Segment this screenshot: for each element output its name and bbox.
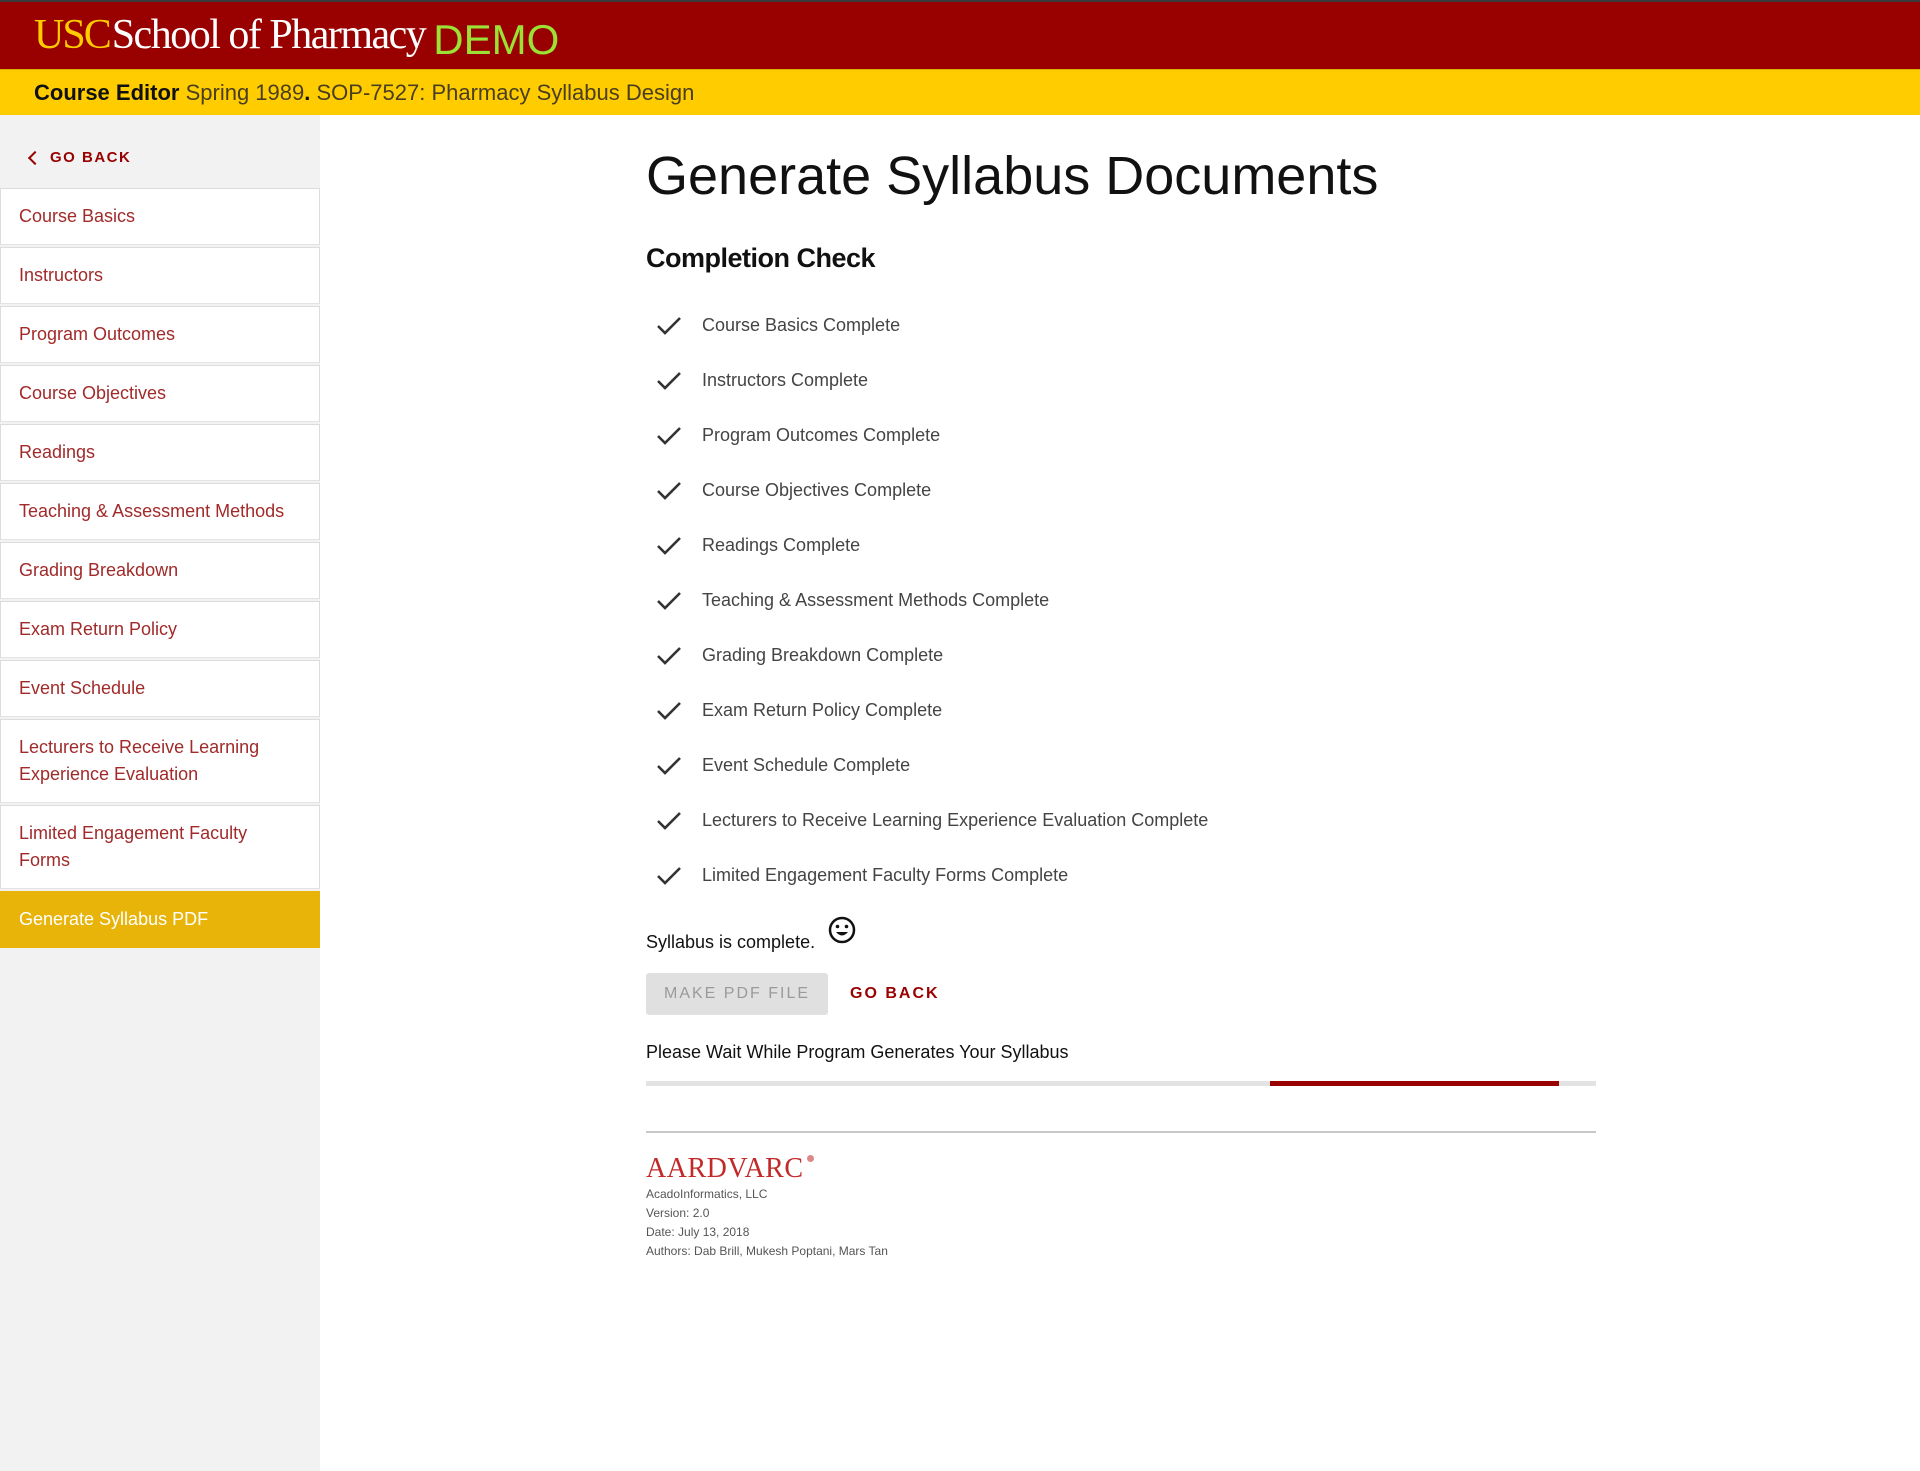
footer-date: Date: July 13, 2018 (646, 1225, 750, 1239)
checklist-item-label: Program Outcomes Complete (702, 425, 941, 445)
course-separator: . (304, 80, 311, 105)
checklist-item-label: Lecturers to Receive Learning Experience… (702, 810, 1209, 830)
wait-message: Please Wait While Program Generates Your… (646, 1042, 1069, 1062)
status-row: Syllabus is complete. (646, 915, 857, 952)
course-term: Spring 1989 (185, 80, 305, 105)
checklist-item-label: Course Objectives Complete (702, 480, 932, 500)
course-code: SOP-7527: Pharmacy Syllabus Design (316, 80, 695, 105)
checklist-item-label: Readings Complete (702, 535, 861, 555)
course-editor-label: Course Editor (34, 80, 180, 105)
check-icon (657, 371, 681, 390)
checklist-item: Teaching & Assessment Methods Complete (656, 573, 1208, 628)
site-header: USC School of Pharmacy DEMO (0, 2, 1920, 69)
checklist-item-label: Exam Return Policy Complete (702, 700, 943, 720)
check-icon (657, 426, 681, 445)
footer-version: Version: 2.0 (646, 1206, 710, 1220)
checklist-item: Lecturers to Receive Learning Experience… (656, 793, 1208, 848)
course-editor-bar: Course Editor Spring 1989. SOP-7527: Pha… (0, 69, 1920, 115)
checklist-item: Exam Return Policy Complete (656, 683, 1208, 738)
checklist-item: Event Schedule Complete (656, 738, 1208, 793)
action-buttons: MAKE PDF FILE GO BACK (646, 973, 940, 1015)
check-icon (657, 316, 681, 335)
check-icon (657, 481, 681, 500)
progress-track (646, 1081, 1596, 1086)
sidebar-item-teaching-assessment[interactable]: Teaching & Assessment Methods (0, 483, 320, 540)
checklist-item-label: Limited Engagement Faculty Forms Complet… (702, 865, 1069, 885)
chevron-left-icon (27, 150, 43, 165)
checklist-item-label: Event Schedule Complete (702, 755, 911, 775)
checklist-item-label: Grading Breakdown Complete (702, 645, 944, 665)
smiley-icon (828, 916, 856, 944)
sidebar-item-grading-breakdown[interactable]: Grading Breakdown (0, 542, 320, 599)
sidebar-item-course-basics[interactable]: Course Basics (0, 188, 320, 245)
checklist-item: Instructors Complete (656, 353, 1208, 408)
logo-school-name: School of Pharmacy (111, 12, 427, 58)
footer-company: AcadoInformatics, LLC (646, 1187, 768, 1201)
sidebar-item-course-objectives[interactable]: Course Objectives (0, 365, 320, 422)
sidebar-go-back-label: GO BACK (50, 149, 132, 166)
check-icon (657, 646, 681, 665)
brand-name: AARDVARC (646, 1153, 804, 1184)
checklist-item: Grading Breakdown Complete (656, 628, 1208, 683)
completion-checklist: Course Basics Complete Instructors Comple… (656, 298, 1208, 903)
progress-indicator (1270, 1081, 1559, 1086)
page-title: Generate Syllabus Documents (646, 146, 1379, 206)
footer-divider (646, 1131, 1596, 1133)
check-icon (657, 866, 681, 885)
sidebar-nav: Course Basics Instructors Program Outcom… (0, 188, 320, 950)
check-icon (657, 536, 681, 555)
sidebar-item-lecturers-evaluation[interactable]: Lecturers to Receive Learning Experience… (0, 719, 320, 803)
site-logo[interactable]: USC School of Pharmacy DEMO (34, 10, 559, 63)
demo-badge: DEMO (433, 16, 560, 63)
logo-usc: USC (34, 12, 112, 58)
go-back-button[interactable]: GO BACK (850, 985, 940, 1003)
completion-check-heading: Completion Check (646, 243, 876, 273)
sidebar-item-generate-syllabus[interactable]: Generate Syllabus PDF (0, 891, 320, 948)
sidebar-item-instructors[interactable]: Instructors (0, 247, 320, 304)
check-icon (657, 811, 681, 830)
checklist-item-label: Instructors Complete (702, 370, 869, 390)
sidebar-item-event-schedule[interactable]: Event Schedule (0, 660, 320, 717)
sidebar: GO BACK Course Basics Instructors Progra… (0, 115, 320, 1471)
sidebar-item-limited-engagement[interactable]: Limited Engagement Faculty Forms (0, 805, 320, 889)
course-editor-breadcrumb: Course Editor Spring 1989. SOP-7527: Pha… (34, 80, 694, 106)
sidebar-item-exam-return-policy[interactable]: Exam Return Policy (0, 601, 320, 658)
checklist-item: Readings Complete (656, 518, 1208, 573)
check-icon (657, 701, 681, 720)
checklist-item: Limited Engagement Faculty Forms Complet… (656, 848, 1208, 903)
check-icon (657, 756, 681, 775)
checklist-item-label: Teaching & Assessment Methods Complete (702, 590, 1050, 610)
service-mark-icon (806, 1155, 814, 1162)
checklist-item: Program Outcomes Complete (656, 408, 1208, 463)
checklist-item-label: Course Basics Complete (702, 315, 901, 335)
sidebar-go-back-button[interactable]: GO BACK (27, 149, 132, 166)
sidebar-item-program-outcomes[interactable]: Program Outcomes (0, 306, 320, 363)
aardvarc-logo: AARDVARC (646, 1153, 814, 1185)
sidebar-item-readings[interactable]: Readings (0, 424, 320, 481)
status-text: Syllabus is complete. (646, 931, 816, 952)
checklist-item: Course Objectives Complete (656, 463, 1208, 518)
make-pdf-button[interactable]: MAKE PDF FILE (646, 973, 829, 1015)
checklist-item: Course Basics Complete (656, 298, 1208, 353)
footer: AARDVARC AcadoInformatics, LLC Version: … (646, 1153, 888, 1261)
check-icon (657, 591, 681, 610)
footer-authors: Authors: Dab Brill, Mukesh Poptani, Mars… (646, 1244, 888, 1258)
